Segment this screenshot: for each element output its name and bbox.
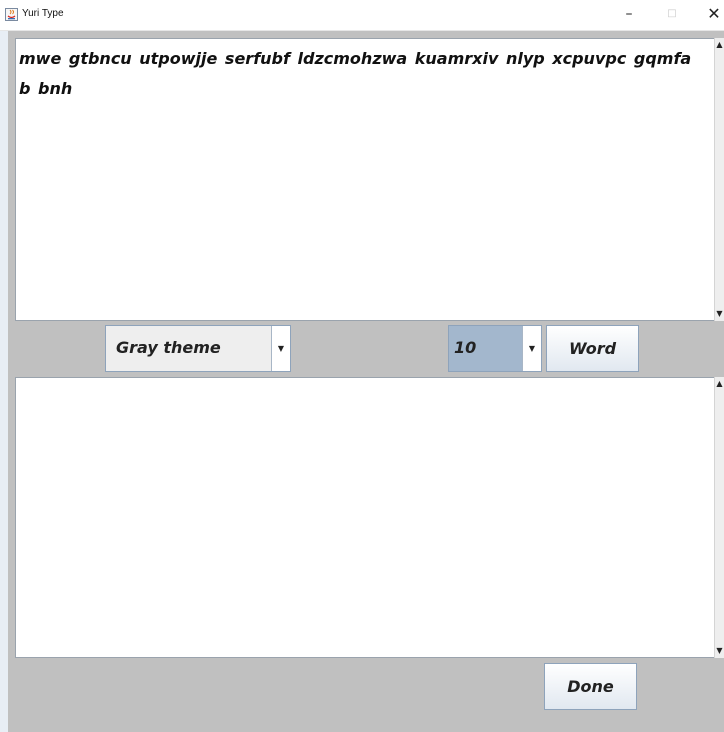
scroll-down-arrow-icon[interactable]: ▼ — [715, 646, 724, 656]
scroll-up-arrow-icon[interactable]: ▲ — [715, 40, 724, 50]
app-window: Yuri Type – □ ✕ mwe gtbncu utpowjje serf… — [0, 0, 724, 732]
word-count-select-value: 10 — [454, 338, 477, 357]
scroll-up-arrow-icon[interactable]: ▲ — [715, 379, 724, 389]
maximize-icon[interactable]: □ — [662, 4, 682, 24]
word-count-select[interactable]: 10 ▼ — [448, 325, 542, 372]
prompt-text: mwe gtbncu utpowjje serfubf ldzcmohzwa k… — [19, 49, 692, 98]
title-bar[interactable]: Yuri Type – □ ✕ — [0, 0, 724, 31]
theme-select-value: Gray theme — [116, 338, 221, 357]
minimize-icon[interactable]: – — [619, 4, 639, 24]
word-count-dropdown-arrow-icon[interactable]: ▼ — [522, 326, 541, 371]
theme-dropdown-arrow-icon[interactable]: ▼ — [271, 326, 290, 371]
close-icon[interactable]: ✕ — [704, 4, 724, 24]
window-title: Yuri Type — [22, 8, 64, 19]
theme-select[interactable]: Gray theme ▼ — [105, 325, 291, 372]
word-button[interactable]: Word — [546, 325, 639, 372]
prompt-scrollbar[interactable]: ▲ ▼ — [714, 38, 724, 321]
window-left-edge — [0, 30, 8, 732]
java-cup-icon — [5, 8, 18, 21]
input-scrollbar[interactable]: ▲ ▼ — [714, 377, 724, 658]
prompt-text-area[interactable]: mwe gtbncu utpowjje serfubf ldzcmohzwa k… — [15, 38, 715, 321]
scroll-down-arrow-icon[interactable]: ▼ — [715, 309, 724, 319]
done-button[interactable]: Done — [544, 663, 637, 710]
typing-input-area[interactable] — [15, 377, 715, 658]
